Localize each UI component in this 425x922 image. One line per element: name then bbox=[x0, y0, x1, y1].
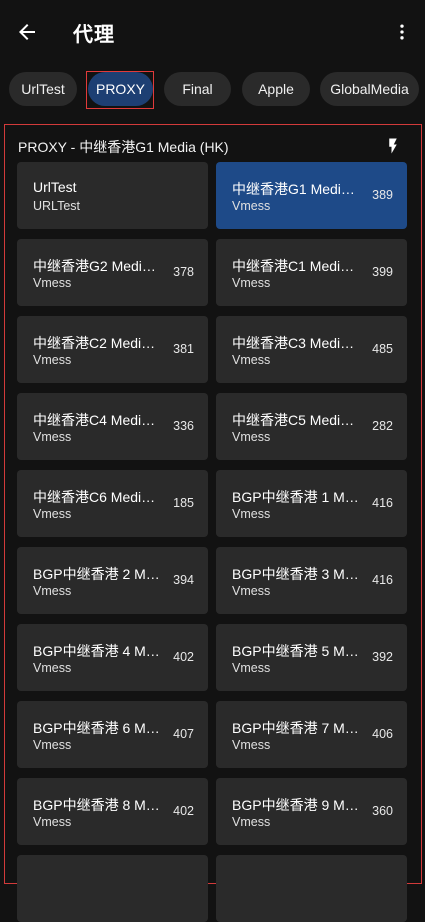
proxy-card[interactable]: 中继香港C6 Media (HK) Vmess 185 bbox=[17, 470, 208, 537]
proxy-card[interactable] bbox=[216, 855, 407, 922]
proxy-name: 中继香港C3 Media (HK) bbox=[232, 335, 360, 351]
proxy-type: Vmess bbox=[33, 661, 72, 675]
proxy-card[interactable]: BGP中继香港 3 Media (HK) Vmess 416 bbox=[216, 547, 407, 614]
proxy-card[interactable]: BGP中继香港 6 Media (HK) Vmess 407 bbox=[17, 701, 208, 768]
proxy-name: BGP中继香港 5 Media (HK) bbox=[232, 643, 360, 659]
proxy-type: Vmess bbox=[232, 430, 271, 444]
proxy-latency: 282 bbox=[372, 419, 393, 433]
proxy-card[interactable]: 中继香港G1 Media (HK) Vmess 389 bbox=[216, 162, 407, 229]
proxy-card[interactable]: BGP中继香港 7 Media (HK) Vmess 406 bbox=[216, 701, 407, 768]
proxy-latency: 402 bbox=[173, 650, 194, 664]
proxy-type: Vmess bbox=[33, 430, 72, 444]
proxy-latency: 336 bbox=[173, 419, 194, 433]
proxy-type: Vmess bbox=[232, 199, 271, 213]
proxy-card[interactable]: 中继香港C3 Media (HK) Vmess 485 bbox=[216, 316, 407, 383]
proxy-card[interactable]: 中继香港C5 Media (HK) Vmess 282 bbox=[216, 393, 407, 460]
proxy-card[interactable]: 中继香港G2 Media (HK) Vmess 378 bbox=[17, 239, 208, 306]
proxy-latency: 392 bbox=[372, 650, 393, 664]
proxy-card[interactable]: 中继香港C4 Media (HK) Vmess 336 bbox=[17, 393, 208, 460]
proxy-name: BGP中继香港 9 Media (HK) bbox=[232, 797, 360, 813]
proxy-name: BGP中继香港 1 Media (HK) bbox=[232, 489, 360, 505]
proxy-latency: 402 bbox=[173, 804, 194, 818]
proxy-name: BGP中继香港 7 Media (HK) bbox=[232, 720, 360, 736]
proxy-type: Vmess bbox=[33, 353, 72, 367]
proxy-card[interactable]: BGP中继香港 4 Media (HK) Vmess 402 bbox=[17, 624, 208, 691]
proxy-group-panel: PROXY - 中继香港G1 Media (HK) UrlTest URLTest… bbox=[4, 124, 422, 922]
proxy-card[interactable]: BGP中继香港 1 Media (HK) Vmess 416 bbox=[216, 470, 407, 537]
proxy-type: URLTest bbox=[33, 199, 81, 213]
tab-apple[interactable]: Apple bbox=[242, 72, 310, 106]
proxy-name: 中继香港C1 Media (HK) bbox=[232, 258, 360, 274]
proxy-type: Vmess bbox=[232, 353, 271, 367]
tab-globalmedia[interactable]: GlobalMedia bbox=[320, 72, 419, 106]
tab-final[interactable]: Final bbox=[164, 72, 231, 106]
proxy-name: 中继香港G1 Media (HK) bbox=[232, 181, 360, 197]
proxy-latency: 360 bbox=[372, 804, 393, 818]
proxy-card[interactable]: UrlTest URLTest bbox=[17, 162, 208, 229]
proxy-card[interactable]: BGP中继香港 5 Media (HK) Vmess 392 bbox=[216, 624, 407, 691]
proxy-latency: 389 bbox=[372, 188, 393, 202]
proxy-latency: 399 bbox=[372, 265, 393, 279]
proxy-type: Vmess bbox=[232, 584, 271, 598]
proxy-type: Vmess bbox=[33, 584, 72, 598]
proxy-name: BGP中继香港 8 Media (HK) bbox=[33, 797, 161, 813]
proxy-type: Vmess bbox=[33, 276, 72, 290]
proxy-name: 中继香港C5 Media (HK) bbox=[232, 412, 360, 428]
proxy-latency: 185 bbox=[173, 496, 194, 510]
proxy-latency: 485 bbox=[372, 342, 393, 356]
proxy-latency: 406 bbox=[372, 727, 393, 741]
proxy-name: 中继香港C4 Media (HK) bbox=[33, 412, 161, 428]
group-title: PROXY - 中继香港G1 Media (HK) bbox=[18, 139, 229, 155]
proxy-latency: 416 bbox=[372, 573, 393, 587]
proxy-type: Vmess bbox=[232, 276, 271, 290]
proxy-name: 中继香港G2 Media (HK) bbox=[33, 258, 161, 274]
group-tabs: UrlTest PROXY Final Apple GlobalMedia bbox=[0, 70, 425, 110]
proxy-latency: 394 bbox=[173, 573, 194, 587]
proxy-card[interactable]: 中继香港C1 Media (HK) Vmess 399 bbox=[216, 239, 407, 306]
proxy-latency: 416 bbox=[372, 496, 393, 510]
proxy-grid: UrlTestURLTest中继香港G1 Media (HK)Vmess389中… bbox=[17, 162, 407, 922]
proxy-name: 中继香港C6 Media (HK) bbox=[33, 489, 161, 505]
more-vert-icon[interactable] bbox=[392, 20, 412, 44]
proxy-card[interactable]: BGP中继香港 8 Media (HK) Vmess 402 bbox=[17, 778, 208, 845]
proxy-name: BGP中继香港 4 Media (HK) bbox=[33, 643, 161, 659]
app-bar: 代理 bbox=[0, 0, 425, 64]
proxy-latency: 378 bbox=[173, 265, 194, 279]
proxy-latency: 381 bbox=[173, 342, 194, 356]
arrow-left-icon[interactable] bbox=[14, 20, 40, 44]
proxy-name: 中继香港C2 Media (HK) bbox=[33, 335, 161, 351]
proxy-card[interactable] bbox=[17, 855, 208, 922]
proxy-type: Vmess bbox=[232, 738, 271, 752]
proxy-name: BGP中继香港 2 Media (HK) bbox=[33, 566, 161, 582]
page-title: 代理 bbox=[73, 22, 115, 46]
proxy-latency: 407 bbox=[173, 727, 194, 741]
proxy-card[interactable]: 中继香港C2 Media (HK) Vmess 381 bbox=[17, 316, 208, 383]
proxy-type: Vmess bbox=[33, 738, 72, 752]
tab-proxy[interactable]: PROXY bbox=[88, 72, 153, 106]
proxy-type: Vmess bbox=[232, 661, 271, 675]
proxy-type: Vmess bbox=[232, 507, 271, 521]
proxy-type: Vmess bbox=[232, 815, 271, 829]
proxy-name: BGP中继香港 3 Media (HK) bbox=[232, 566, 360, 582]
proxy-card[interactable]: BGP中继香港 9 Media (HK) Vmess 360 bbox=[216, 778, 407, 845]
bolt-icon[interactable] bbox=[384, 135, 402, 157]
proxy-type: Vmess bbox=[33, 507, 72, 521]
proxy-name: UrlTest bbox=[33, 179, 77, 195]
proxy-card[interactable]: BGP中继香港 2 Media (HK) Vmess 394 bbox=[17, 547, 208, 614]
proxy-name: BGP中继香港 6 Media (HK) bbox=[33, 720, 161, 736]
proxy-type: Vmess bbox=[33, 815, 72, 829]
tab-urltest[interactable]: UrlTest bbox=[9, 72, 77, 106]
